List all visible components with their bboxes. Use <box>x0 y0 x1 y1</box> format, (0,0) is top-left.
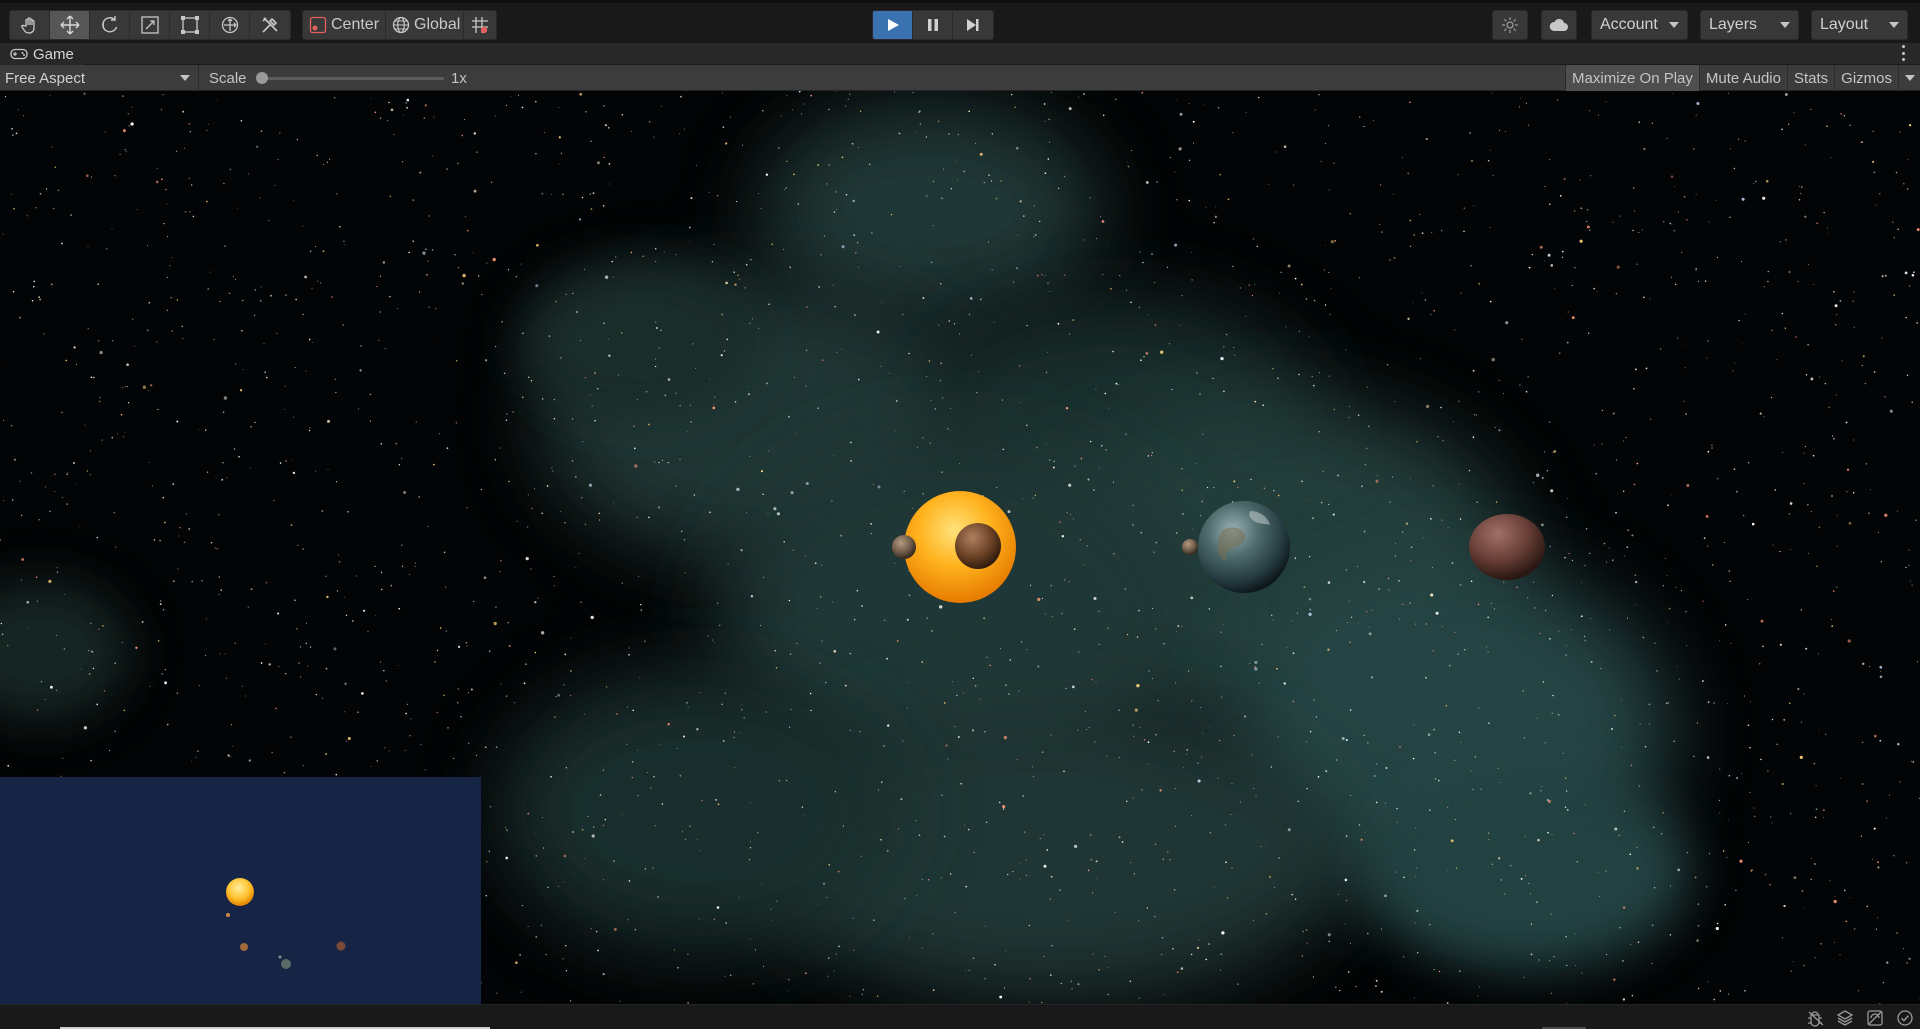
aspect-dropdown[interactable]: Free Aspect <box>0 65 199 91</box>
transform-tools <box>9 10 291 40</box>
grid-snap-button[interactable] <box>463 10 497 40</box>
minimap-venus <box>240 943 248 951</box>
move-icon <box>60 15 79 35</box>
account-dropdown[interactable]: Account <box>1591 10 1688 40</box>
cloud-button[interactable] <box>1541 10 1577 40</box>
main-toolbar: Center Global Account Layers Layout <box>0 0 1920 43</box>
minimap-sun <box>226 878 254 906</box>
playback-controls <box>872 10 994 40</box>
space-label: Global <box>414 16 461 33</box>
gamepad-icon <box>10 48 28 60</box>
tools-icon <box>262 17 278 33</box>
scale-label: Scale <box>209 70 247 87</box>
layout-label: Layout <box>1820 16 1869 33</box>
layers-label: Layers <box>1709 16 1758 33</box>
play-button[interactable] <box>873 11 913 39</box>
tab-title: Game <box>33 45 74 63</box>
globe-icon <box>392 16 410 34</box>
cloud-icon <box>1549 18 1568 31</box>
scale-slider-thumb[interactable] <box>256 72 268 84</box>
move-tool-button[interactable] <box>50 11 90 39</box>
gizmos-toggle[interactable]: Gizmos <box>1834 65 1898 91</box>
rect-tool-button[interactable] <box>170 11 210 39</box>
pivot-toggle-group: Center Global <box>302 10 468 40</box>
step-button[interactable] <box>953 11 993 39</box>
tab-game[interactable]: Game <box>0 43 84 65</box>
layers-icon[interactable] <box>1836 1009 1854 1027</box>
more-options-icon[interactable] <box>1902 45 1906 61</box>
pause-icon <box>927 19 938 31</box>
sun-settings-icon <box>1502 17 1518 33</box>
moon[interactable] <box>1182 539 1198 555</box>
rotate-tool-button[interactable] <box>90 11 130 39</box>
mars[interactable] <box>1469 514 1545 580</box>
debug-icon[interactable] <box>1806 1009 1824 1027</box>
pivot-center-button[interactable]: Center <box>302 10 387 40</box>
chevron-down-icon <box>1669 22 1679 28</box>
status-icons <box>1806 1009 1914 1027</box>
pause-button[interactable] <box>913 11 953 39</box>
chevron-down-icon <box>1780 22 1790 28</box>
space-global-button[interactable]: Global <box>386 10 468 40</box>
rotate-icon <box>101 16 117 33</box>
scale-tool-button[interactable] <box>130 11 170 39</box>
minimap-view[interactable] <box>0 777 481 1004</box>
layout-dropdown[interactable]: Layout <box>1811 10 1908 40</box>
transform-icon <box>221 16 238 34</box>
aspect-label: Free Aspect <box>5 69 86 87</box>
chevron-down-icon <box>1904 75 1915 81</box>
mute-audio-toggle[interactable]: Mute Audio <box>1698 65 1787 91</box>
hand-tool-button[interactable] <box>10 11 50 39</box>
custom-tool-button[interactable] <box>250 11 290 39</box>
check-circle-icon[interactable] <box>1896 1009 1914 1027</box>
pivot-label: Center <box>331 16 380 33</box>
minimap-scene <box>226 878 346 969</box>
pivot-center-icon <box>309 16 327 34</box>
minimap-earth <box>281 959 291 969</box>
transform-tool-button[interactable] <box>210 11 250 39</box>
visibility-icon[interactable] <box>1866 1009 1884 1027</box>
minimap-mars <box>336 941 346 951</box>
mercury[interactable] <box>892 535 916 559</box>
step-icon <box>967 19 979 31</box>
account-label: Account <box>1600 16 1658 33</box>
game-view[interactable] <box>0 91 1920 1004</box>
hand-icon <box>20 17 35 34</box>
scale-icon <box>140 16 159 34</box>
grid-snap-icon <box>472 17 488 34</box>
status-bar <box>0 1004 1920 1029</box>
scale-value: 1x <box>451 70 467 87</box>
play-icon <box>887 19 899 31</box>
stats-toggle[interactable]: Stats <box>1786 65 1834 91</box>
chevron-down-icon <box>1889 22 1899 28</box>
game-view-toolbar: Free Aspect Scale 1x Maximize On Play Mu… <box>0 65 1920 91</box>
maximize-on-play-toggle[interactable]: Maximize On Play <box>1565 65 1699 91</box>
game-view-options: Maximize On Play Mute Audio Stats Gizmos <box>1565 65 1920 91</box>
gizmos-dropdown[interactable] <box>1898 65 1920 91</box>
venus[interactable] <box>955 523 1001 569</box>
minimap-moon <box>278 955 282 959</box>
game-tab-bar: Game <box>0 43 1920 65</box>
minimap-mercury <box>226 913 230 917</box>
layers-dropdown[interactable]: Layers <box>1700 10 1799 40</box>
lighting-button[interactable] <box>1492 10 1528 40</box>
scale-slider-track[interactable] <box>262 77 444 80</box>
earth[interactable] <box>1198 501 1290 593</box>
chevron-down-icon <box>180 75 190 81</box>
rect-transform-icon <box>180 16 199 34</box>
